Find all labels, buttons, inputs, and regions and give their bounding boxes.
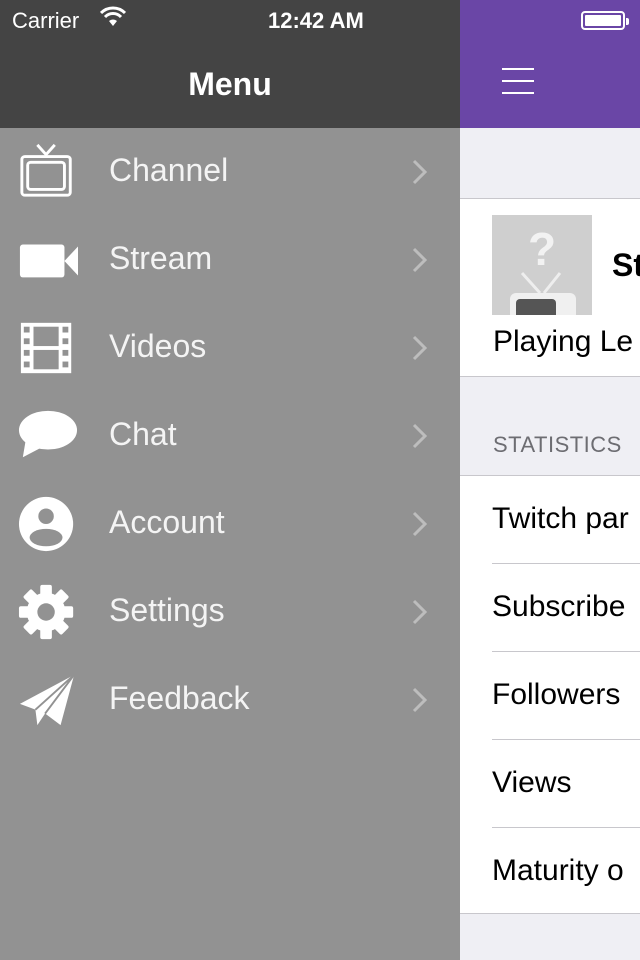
tv-icon (20, 143, 72, 197)
stat-row[interactable]: Maturity o (492, 828, 640, 916)
nav-bar (460, 0, 640, 128)
channel-avatar: ? (492, 215, 592, 315)
carrier: Carrier (12, 8, 80, 33)
film-icon (20, 322, 72, 374)
chevron-right-icon (412, 335, 428, 361)
menu-item-account[interactable]: Account (0, 480, 460, 568)
menu-item-label: Feedback (109, 680, 250, 716)
chevron-right-icon (412, 247, 428, 273)
chevron-right-icon (412, 423, 428, 449)
chat-bubble-icon (18, 410, 78, 458)
menu-item-label: Channel (109, 152, 229, 188)
menu-item-videos[interactable]: Videos (0, 304, 460, 392)
menu-item-label: Settings (109, 592, 225, 628)
menu-item-feedback[interactable]: Feedback (0, 656, 460, 744)
menu-item-stream[interactable]: Stream (0, 216, 460, 304)
video-camera-icon (19, 244, 78, 278)
main-content: ? St Playing Le STATISTICS Twitch par Su… (460, 0, 640, 960)
menu-item-channel[interactable]: Channel (0, 128, 460, 216)
hamburger-menu-icon[interactable] (502, 68, 534, 94)
side-menu: Carrier 12:42 AM Menu Channel Stream Video… (0, 0, 460, 960)
menu-item-chat[interactable]: Chat (0, 392, 460, 480)
stat-row[interactable]: Subscribe (492, 564, 640, 652)
chevron-right-icon (412, 687, 428, 713)
menu-item-settings[interactable]: Settings (0, 568, 460, 656)
current-game: Playing Le (493, 325, 634, 358)
wifi-icon (100, 6, 126, 26)
chevron-right-icon (412, 159, 428, 185)
menu-item-label: Videos (109, 328, 207, 364)
channel-card[interactable]: ? St Playing Le (460, 198, 640, 377)
battery-icon (581, 11, 629, 30)
stat-row[interactable]: Followers (492, 652, 640, 740)
menu-item-label: Stream (109, 240, 213, 276)
svg-text:?: ? (528, 223, 556, 275)
account-icon (18, 496, 74, 552)
menu-title: Menu (188, 66, 272, 102)
status-bar: Carrier 12:42 AM (0, 0, 460, 40)
chevron-right-icon (412, 511, 428, 537)
stat-row[interactable]: Views (492, 740, 640, 828)
menu-item-label: Account (109, 504, 225, 540)
statistics-header: STATISTICS (493, 432, 622, 457)
chevron-right-icon (412, 599, 428, 625)
menu-item-label: Chat (109, 416, 177, 452)
stat-row[interactable]: Twitch par (492, 476, 640, 564)
channel-name: St (612, 247, 640, 283)
paper-plane-icon (19, 674, 75, 726)
statistics-list: Twitch par Subscribe Followers Views Mat… (460, 475, 640, 914)
clock: 12:42 AM (268, 8, 364, 33)
menu-header: Carrier 12:42 AM Menu (0, 0, 460, 128)
gear-icon (18, 584, 74, 640)
